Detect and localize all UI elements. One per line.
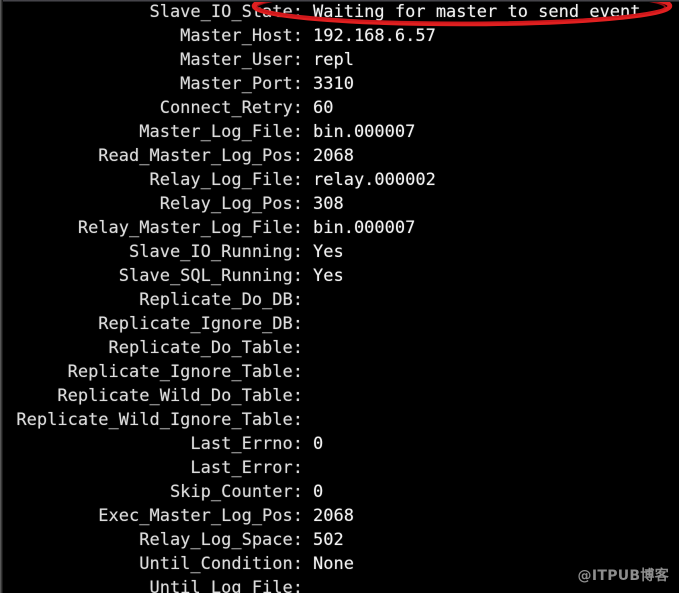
status-row-label: Exec_Master_Log_Pos:	[98, 506, 303, 526]
status-row-value: Yes	[313, 266, 344, 286]
status-row-label: Until_Log_File:	[149, 578, 303, 593]
status-row: Master_Log_File: bin.000007	[0, 120, 679, 144]
status-row: Master_User: repl	[0, 48, 679, 72]
status-row: Last_Error:	[0, 456, 679, 480]
status-row-value: relay.000002	[313, 170, 436, 190]
status-row: Master_Host: 192.168.6.57	[0, 24, 679, 48]
status-row-label: Relay_Log_File:	[149, 170, 303, 190]
status-row-label: Master_Host:	[180, 26, 303, 46]
status-row: Skip_Counter: 0	[0, 480, 679, 504]
status-row-value: 3310	[313, 74, 354, 94]
status-row-value: Waiting for master to send event	[313, 2, 641, 22]
status-row: Replicate_Wild_Ignore_Table:	[0, 408, 679, 432]
status-row-label: Slave_IO_Running:	[129, 242, 303, 262]
status-row: Replicate_Ignore_DB:	[0, 312, 679, 336]
status-row: Connect_Retry: 60	[0, 96, 679, 120]
status-row-label: Read_Master_Log_Pos:	[98, 146, 303, 166]
status-row-label: Slave_IO_State:	[149, 2, 303, 22]
status-row: Replicate_Ignore_Table:	[0, 360, 679, 384]
status-row-label: Replicate_Do_Table:	[108, 338, 303, 358]
status-row: Relay_Master_Log_File: bin.000007	[0, 216, 679, 240]
status-row-label: Replicate_Wild_Ignore_Table:	[16, 410, 303, 430]
status-row-label: Master_User:	[180, 50, 303, 70]
terminal-window: Slave_IO_State: Waiting for master to sen…	[0, 0, 679, 593]
status-row-label: Slave_SQL_Running:	[118, 266, 303, 286]
watermark: @ITPUB博客	[577, 568, 669, 584]
status-row: Replicate_Do_DB:	[0, 288, 679, 312]
status-row-value: bin.000007	[313, 218, 416, 238]
status-row-label: Replicate_Ignore_DB:	[98, 314, 303, 334]
status-row-value: None	[313, 554, 354, 574]
status-row: Slave_IO_Running: Yes	[0, 240, 679, 264]
status-row: Relay_Log_Pos: 308	[0, 192, 679, 216]
status-row-label: Last_Errno:	[190, 434, 303, 454]
status-row: Relay_Log_Space: 502	[0, 528, 679, 552]
window-top-edge	[0, 0, 679, 2]
status-row-label: Connect_Retry:	[159, 98, 303, 118]
status-row: Relay_Log_File: relay.000002	[0, 168, 679, 192]
status-row-value: 192.168.6.57	[313, 26, 436, 46]
status-row-value: 502	[313, 530, 344, 550]
status-row-label: Master_Log_File:	[139, 122, 303, 142]
status-row-label: Relay_Master_Log_File:	[77, 218, 303, 238]
status-row-value: Yes	[313, 242, 344, 262]
slave-status-output: Slave_IO_State: Waiting for master to sen…	[0, 0, 679, 593]
status-row: Last_Errno: 0	[0, 432, 679, 456]
status-row: Read_Master_Log_Pos: 2068	[0, 144, 679, 168]
status-row-label: Master_Port:	[180, 74, 303, 94]
status-row: Master_Port: 3310	[0, 72, 679, 96]
status-row-label: Until_Condition:	[139, 554, 303, 574]
status-row: Slave_SQL_Running: Yes	[0, 264, 679, 288]
status-row-value: 0	[313, 482, 324, 502]
status-row-label: Relay_Log_Pos:	[159, 194, 303, 214]
status-row-label: Skip_Counter:	[169, 482, 303, 502]
status-row: Slave_IO_State: Waiting for master to sen…	[0, 0, 679, 24]
status-row-label: Replicate_Ignore_Table:	[67, 362, 303, 382]
status-row-value: repl	[313, 50, 354, 70]
status-row-label: Relay_Log_Space:	[139, 530, 303, 550]
status-row: Replicate_Do_Table:	[0, 336, 679, 360]
status-row-value: 2068	[313, 146, 354, 166]
status-row: Exec_Master_Log_Pos: 2068	[0, 504, 679, 528]
status-row-value: 0	[313, 434, 324, 454]
status-row-value: 308	[313, 194, 344, 214]
status-row-value: 60	[313, 98, 334, 118]
status-row-label: Last_Error:	[190, 458, 303, 478]
status-row-value: 2068	[313, 506, 354, 526]
window-left-edge	[0, 0, 3, 593]
status-row: Replicate_Wild_Do_Table:	[0, 384, 679, 408]
status-row-value: bin.000007	[313, 122, 416, 142]
status-row-label: Replicate_Wild_Do_Table:	[57, 386, 303, 406]
status-row-label: Replicate_Do_DB:	[139, 290, 303, 310]
